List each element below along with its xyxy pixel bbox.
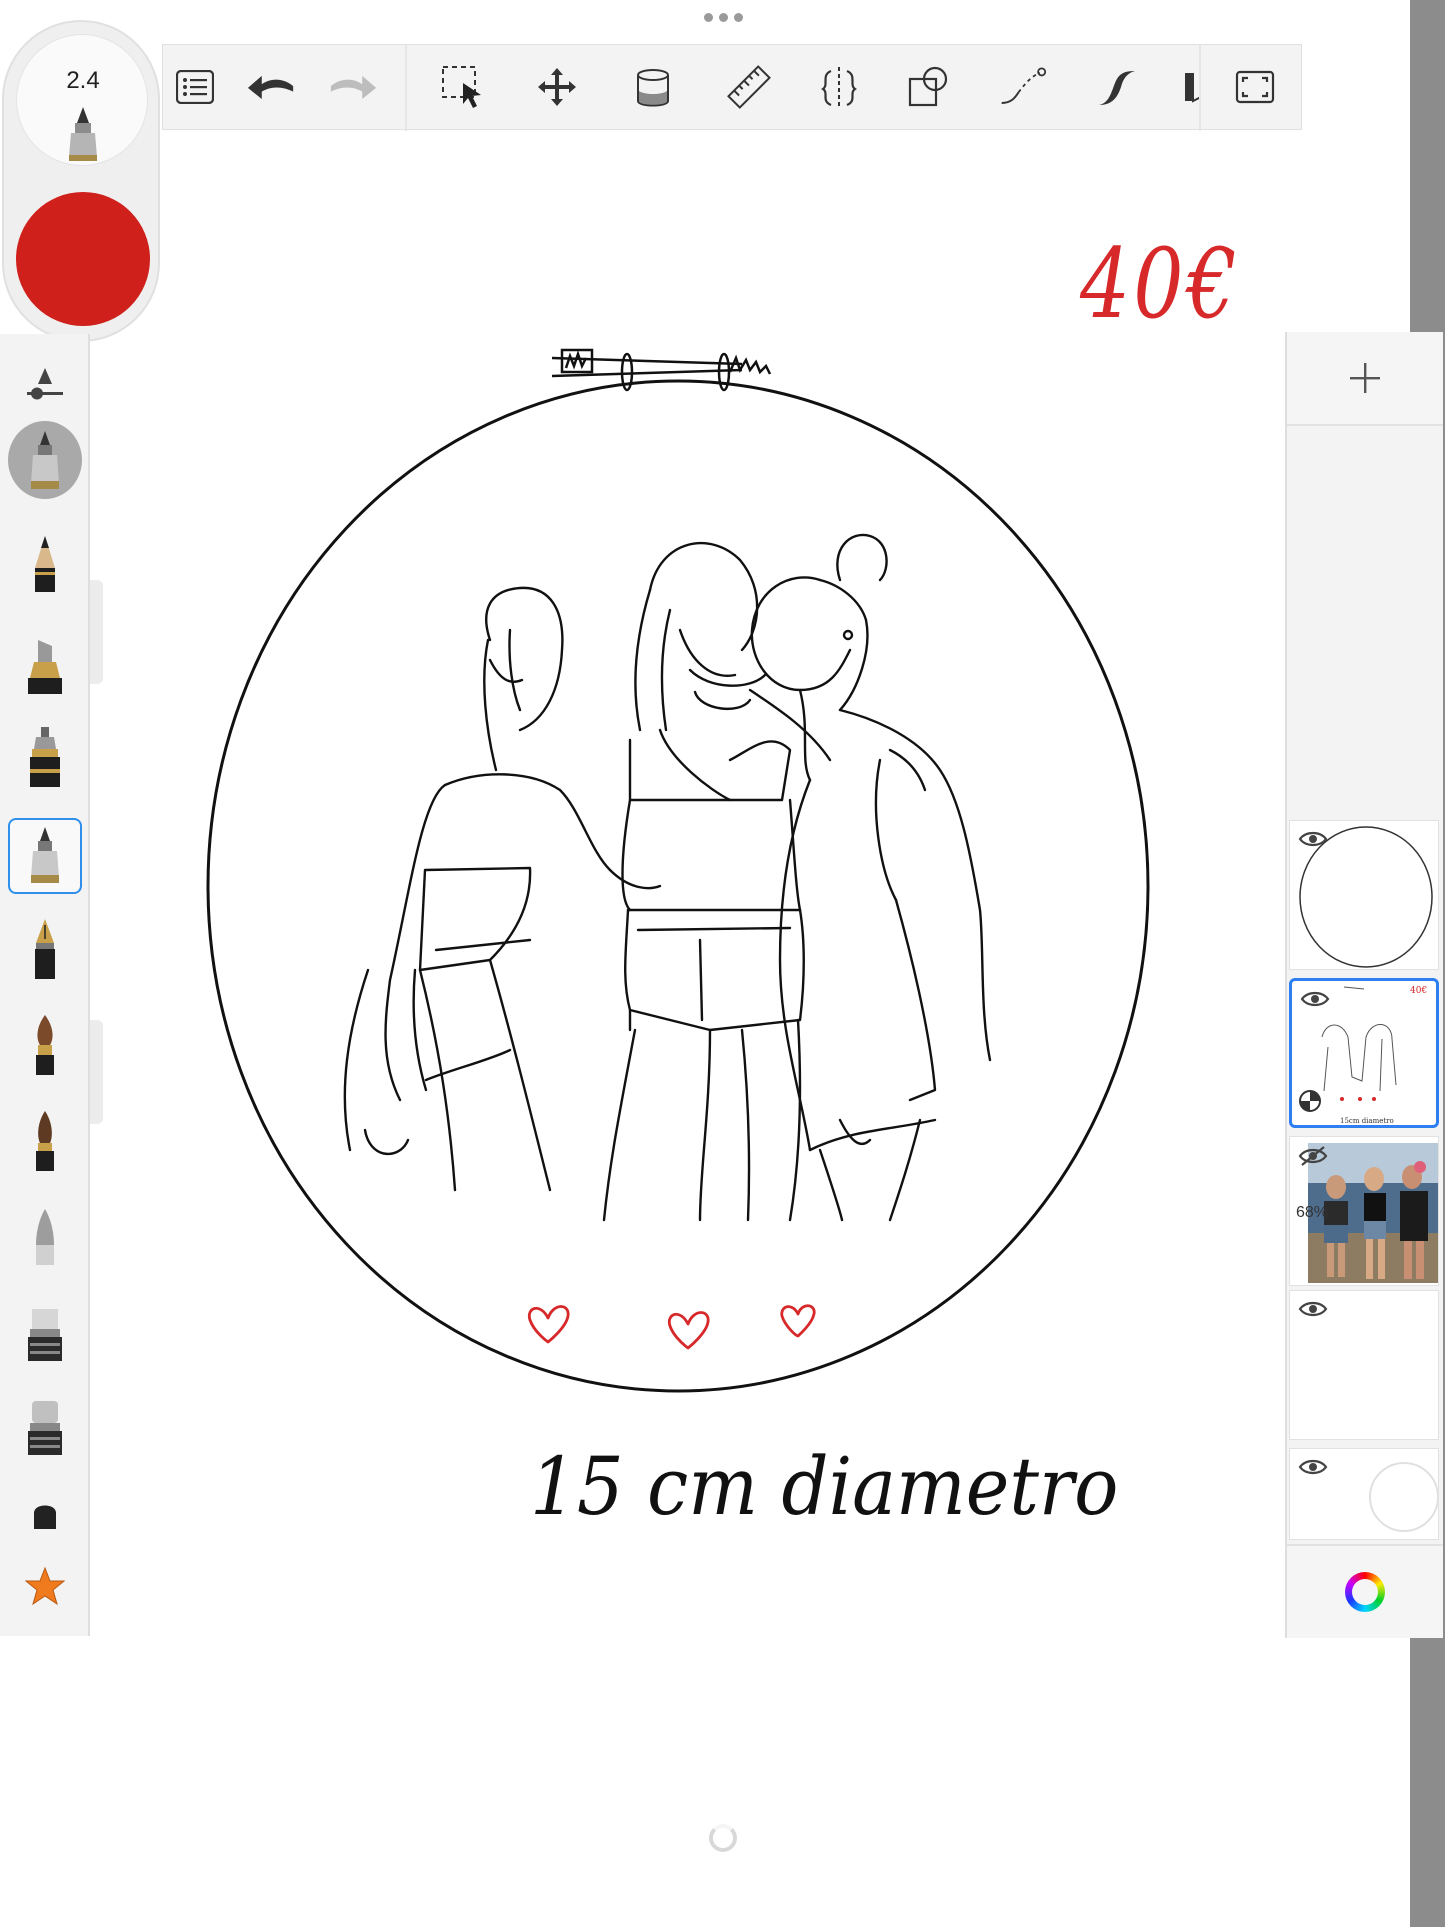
price-text: 40€ — [1080, 228, 1241, 340]
layers-panel: 40€ 15cm diametro 68% — [1285, 332, 1443, 1638]
selection-icon[interactable] — [439, 63, 487, 111]
layer-thumbnail-circle[interactable] — [1289, 820, 1439, 970]
brush-settings-icon[interactable] — [8, 348, 82, 424]
diameter-text: 15 cm diametro — [530, 1440, 1119, 1533]
canvas-drawing[interactable] — [190, 330, 1170, 1410]
layer-thumbnail-photo[interactable]: 68% — [1289, 1136, 1439, 1286]
stroke-icon[interactable] — [1093, 63, 1141, 111]
brush-size-control[interactable]: 2.4 — [16, 34, 148, 166]
layer-thumbnail-empty[interactable] — [1289, 1290, 1439, 1440]
shapes-icon[interactable] — [905, 63, 953, 111]
current-brush-icon[interactable] — [8, 421, 82, 499]
loading-spinner — [709, 1824, 737, 1852]
redo-icon[interactable] — [329, 63, 377, 111]
brush-palette-tab[interactable] — [90, 580, 103, 684]
svg-text:40€: 40€ — [1410, 986, 1427, 996]
ink-brush-icon[interactable] — [8, 1104, 82, 1180]
eye-hidden-icon[interactable] — [1298, 1145, 1328, 1167]
soft-eraser-icon[interactable] — [8, 1390, 82, 1466]
top-toolbar — [162, 44, 1302, 131]
marker-icon[interactable] — [8, 628, 82, 704]
paintbrush-icon[interactable] — [8, 1008, 82, 1084]
brush-palette — [0, 334, 90, 1636]
symmetry-icon[interactable] — [815, 63, 863, 111]
fullscreen-icon[interactable] — [1231, 63, 1279, 111]
ballpoint-pen-icon[interactable] — [8, 818, 82, 894]
brush-puck[interactable]: 2.4 — [2, 20, 160, 342]
eraser-icon[interactable] — [8, 1296, 82, 1372]
fountain-pen-icon[interactable] — [8, 912, 82, 988]
pencil-icon[interactable] — [8, 528, 82, 604]
eye-icon[interactable] — [1298, 1299, 1328, 1319]
brush-palette-tab[interactable] — [90, 1020, 103, 1124]
color-wheel-button[interactable] — [1287, 1544, 1443, 1638]
eye-icon[interactable] — [1298, 829, 1328, 849]
felt-pen-icon[interactable] — [8, 720, 82, 796]
favorite-star-icon[interactable] — [8, 1548, 82, 1624]
ruler-icon[interactable] — [725, 63, 773, 111]
layer-thumbnail-background[interactable] — [1289, 1448, 1439, 1540]
airbrush-icon[interactable] — [8, 1200, 82, 1276]
plus-icon — [1350, 363, 1380, 393]
brush-size-value: 2.4 — [66, 67, 100, 94]
color-wheel-icon — [1345, 1572, 1385, 1612]
layer-thumbnail-drawing[interactable]: 40€ 15cm diametro — [1289, 978, 1439, 1128]
curve-icon[interactable] — [999, 63, 1047, 111]
smudge-icon[interactable] — [8, 1494, 82, 1534]
layers-menu-icon[interactable] — [171, 63, 219, 111]
transform-icon[interactable] — [533, 63, 581, 111]
color-swatch[interactable] — [16, 192, 150, 326]
undo-icon[interactable] — [247, 63, 295, 111]
eye-icon[interactable] — [1300, 989, 1330, 1009]
ballpoint-pen-icon — [69, 107, 97, 161]
eye-icon[interactable] — [1298, 1457, 1328, 1477]
perspective-icon[interactable] — [1181, 63, 1201, 111]
fill-icon[interactable] — [629, 63, 677, 111]
add-layer-button[interactable] — [1287, 332, 1443, 426]
layer-opacity: 68% — [1296, 1204, 1329, 1221]
svg-text:15cm diametro: 15cm diametro — [1340, 1117, 1394, 1125]
more-options-handle[interactable] — [700, 10, 746, 24]
blend-mode-icon[interactable] — [1298, 1089, 1322, 1113]
